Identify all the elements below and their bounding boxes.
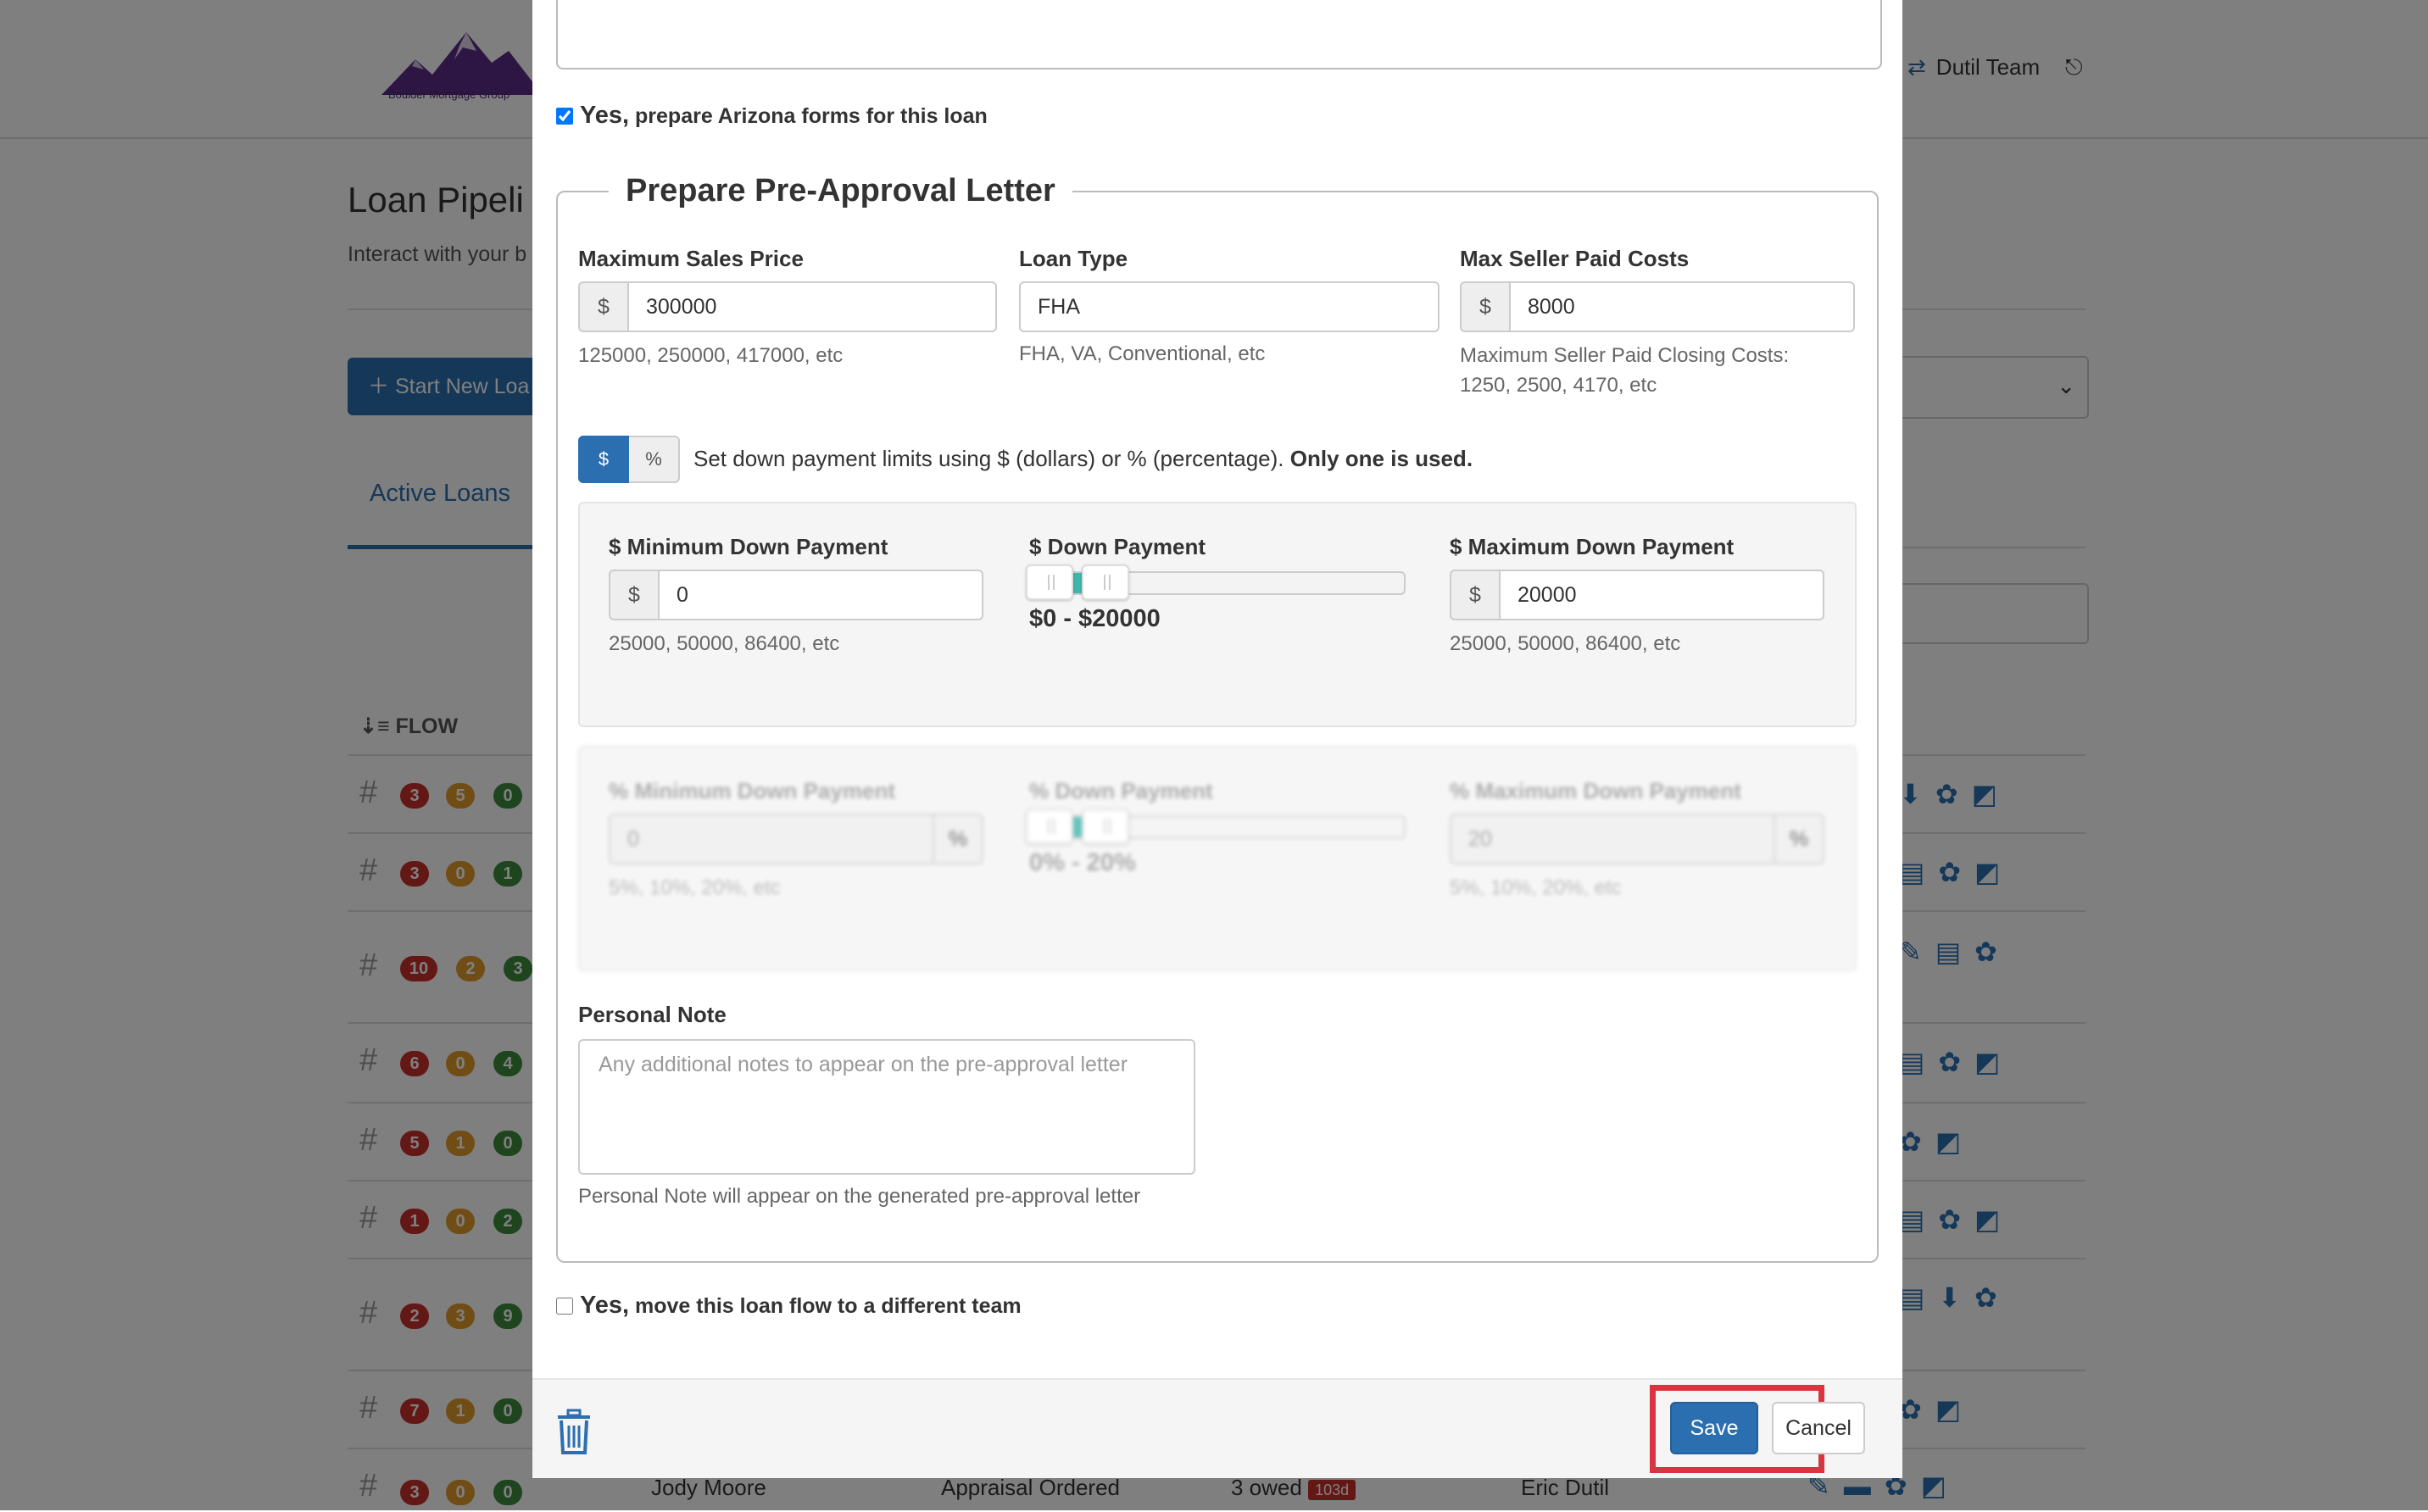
max-down-payment-percent-label: % Maximum Down Payment <box>1450 778 1741 803</box>
min-down-payment-input[interactable]: 0 <box>658 570 983 620</box>
percent-addon: % <box>1775 814 1824 864</box>
save-button[interactable]: Save <box>1670 1402 1758 1454</box>
notes-textarea[interactable] <box>556 0 1882 69</box>
max-sales-price-label: Maximum Sales Price <box>578 246 804 271</box>
dollar-addon: $ <box>609 570 658 620</box>
move-team-checkbox-row[interactable]: Yes, move this loan flow to a different … <box>556 1292 1022 1320</box>
min-down-payment-percent-input: 0 <box>609 814 934 864</box>
min-down-payment-group: $ 0 <box>609 570 983 620</box>
dollar-mode-button[interactable]: $ <box>578 436 629 483</box>
slider-min-handle <box>1026 809 1073 844</box>
personal-note-help: Personal Note will appear on the generat… <box>578 1185 1141 1208</box>
percent-addon: % <box>934 814 983 864</box>
min-down-payment-label: $ Minimum Down Payment <box>609 534 888 559</box>
cancel-button[interactable]: Cancel <box>1772 1402 1865 1454</box>
max-sales-price-help: 125000, 250000, 417000, etc <box>578 344 844 367</box>
personal-note-label: Personal Note <box>578 1002 727 1027</box>
min-down-payment-percent-group: 0 % <box>609 814 983 864</box>
max-down-payment-percent-help: 5%, 10%, 20%, etc <box>1450 876 1622 899</box>
loan-type-label: Loan Type <box>1019 246 1128 271</box>
only-one-used-note: Only one is used. <box>1289 446 1473 471</box>
max-seller-paid-label: Max Seller Paid Costs <box>1460 246 1690 271</box>
max-seller-paid-input[interactable]: 8000 <box>1509 281 1855 332</box>
max-down-payment-label: $ Maximum Down Payment <box>1450 534 1735 559</box>
min-down-payment-percent-help: 5%, 10%, 20%, etc <box>609 876 781 899</box>
loan-type-help: FHA, VA, Conventional, etc <box>1019 342 1266 365</box>
percent-down-payment-panel: % Minimum Down Payment 0 % 5%, 10%, 20%,… <box>578 746 1857 971</box>
slider-max-handle <box>1082 809 1129 844</box>
arizona-yes-label: Yes, <box>580 102 630 129</box>
max-down-payment-input[interactable]: 20000 <box>1499 570 1824 620</box>
max-seller-paid-help: Maximum Seller Paid Closing Costs: 1250,… <box>1460 341 1789 400</box>
percent-slider-label: % Down Payment <box>1029 778 1213 803</box>
max-sales-price-input[interactable]: 300000 <box>627 281 997 332</box>
percent-range-slider <box>1026 809 1406 844</box>
max-down-payment-help: 25000, 50000, 86400, etc <box>1450 632 1681 655</box>
max-seller-paid-help-line1: Maximum Seller Paid Closing Costs: <box>1460 344 1790 367</box>
loan-type-group: FHA <box>1019 281 1440 332</box>
dollar-down-payment-panel: $ Minimum Down Payment $ 0 25000, 50000,… <box>578 502 1857 727</box>
min-down-payment-help: 25000, 50000, 86400, etc <box>609 632 840 655</box>
min-down-payment-percent-label: % Minimum Down Payment <box>609 778 896 803</box>
max-down-payment-percent-group: 20 % <box>1450 814 1824 864</box>
arizona-forms-checkbox-row[interactable]: Yes, prepare Arizona forms for this loan <box>556 102 988 130</box>
max-down-payment-percent-input: 20 <box>1450 814 1775 864</box>
down-payment-mode-description: Set down payment limits using $ (dollars… <box>693 446 1473 471</box>
down-payment-mode-toggle: $ % <box>578 436 680 483</box>
percent-mode-button[interactable]: % <box>629 436 680 483</box>
dollar-addon: $ <box>1460 281 1509 332</box>
trash-icon[interactable] <box>554 1409 593 1454</box>
max-seller-paid-help-line2: 1250, 2500, 4170, etc <box>1460 374 1657 397</box>
dollar-addon: $ <box>578 281 627 332</box>
down-payment-slider-label: $ Down Payment <box>1029 534 1206 559</box>
slider-max-handle[interactable] <box>1082 564 1129 600</box>
dollar-addon: $ <box>1450 570 1499 620</box>
slider-min-handle[interactable] <box>1026 564 1073 600</box>
move-team-label: move this loan flow to a different team <box>635 1294 1022 1318</box>
pre-approval-legend: Prepare Pre-Approval Letter <box>626 173 1055 208</box>
move-team-yes-label: Yes, <box>580 1292 630 1319</box>
loan-type-input[interactable]: FHA <box>1019 281 1440 332</box>
max-sales-price-group: $ 300000 <box>578 281 997 332</box>
arizona-forms-checkbox[interactable] <box>556 108 573 125</box>
max-seller-paid-group: $ 8000 <box>1460 281 1855 332</box>
down-payment-range-slider[interactable] <box>1026 564 1406 600</box>
arizona-forms-label: prepare Arizona forms for this loan <box>635 104 988 128</box>
personal-note-textarea[interactable]: Any additional notes to appear on the pr… <box>578 1039 1195 1175</box>
edit-loan-modal: Yes, prepare Arizona forms for this loan… <box>532 0 1902 1478</box>
max-down-payment-group: $ 20000 <box>1450 570 1824 620</box>
move-team-checkbox[interactable] <box>556 1298 573 1315</box>
percent-range-value: 0% - 20% <box>1029 849 1136 876</box>
down-payment-range-value: $0 - $20000 <box>1029 605 1161 632</box>
modal-footer: Save Cancel <box>532 1378 1902 1478</box>
